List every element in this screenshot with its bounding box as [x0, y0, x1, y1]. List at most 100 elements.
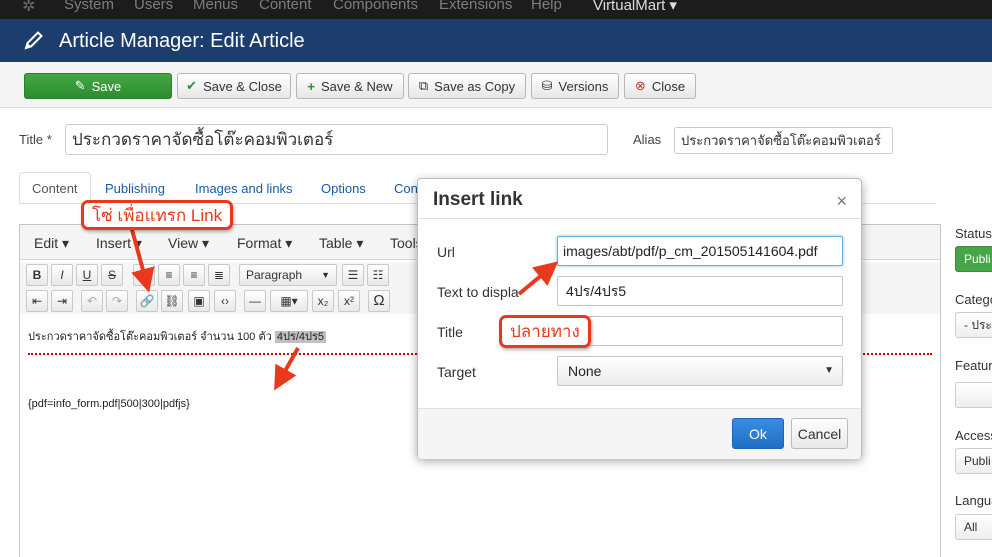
indent-icon[interactable]: ⇥ [51, 290, 73, 312]
title-label: Title * [19, 132, 52, 147]
editor-menu-view[interactable]: View ▾ [168, 235, 209, 252]
menu-content[interactable]: Content [259, 0, 312, 13]
edit-icon: ✎ [74, 78, 86, 93]
tab-content[interactable]: Content [19, 172, 91, 204]
save-as-copy-button[interactable]: ⧉ Save as Copy [408, 73, 526, 99]
caret-down-icon: ▼ [824, 365, 834, 376]
editor-menu-edit[interactable]: Edit ▾ [34, 235, 69, 252]
menu-components[interactable]: Components [333, 0, 418, 13]
align-center-icon[interactable]: ≡ [158, 264, 180, 286]
chevron-down-icon: ▼ [321, 270, 330, 280]
save-copy-label: Save as Copy [434, 78, 516, 94]
bold-button[interactable]: B [26, 264, 48, 286]
undo-icon[interactable]: ↶ [81, 290, 103, 312]
status-select[interactable]: Publi [955, 246, 992, 272]
image-icon[interactable]: ▣ [188, 290, 210, 312]
strikethrough-button[interactable]: S [101, 264, 123, 286]
align-right-icon[interactable]: ≡ [183, 264, 205, 286]
versions-label: Versions [558, 78, 609, 94]
editor-menu-format[interactable]: Format ▾ [237, 235, 292, 252]
close-circle-icon: ⊗ [634, 78, 646, 93]
bullet-list-icon[interactable]: ☰ [342, 264, 364, 286]
featured-label: Featur [955, 358, 992, 373]
category-label: Catego [955, 292, 992, 307]
language-select[interactable]: All [955, 514, 992, 540]
editor-menu-insert[interactable]: Insert ▾ [96, 235, 142, 252]
archive-icon: ⛁ [541, 78, 553, 93]
align-justify-icon[interactable]: ≣ [208, 264, 230, 286]
menu-virtuemart[interactable]: VirtualMart ▾ [593, 0, 677, 14]
page-header: Article Manager: Edit Article [0, 19, 992, 62]
access-select[interactable]: Publi [955, 448, 992, 474]
numbered-list-icon[interactable]: ☷ [367, 264, 389, 286]
category-select[interactable]: - ประ [955, 312, 992, 338]
editor-content-line[interactable]: ประกวดราคาจัดซื้อโต๊ะคอมพิวเตอร์ จำนวน 1… [28, 327, 327, 345]
pdf-plugin-tag[interactable]: {pdf=info_form.pdf|500|300|pdfjs} [28, 398, 190, 410]
dialog-header-divider [418, 218, 861, 219]
target-select[interactable]: None ▼ [557, 356, 843, 386]
insert-link-callout: โซ่ เพื่อแทรก Link [81, 200, 234, 230]
featured-toggle[interactable] [955, 382, 992, 408]
dialog-close-icon[interactable]: × [836, 191, 847, 212]
text-to-display-label: Text to displa [437, 284, 519, 300]
url-input[interactable]: images/abt/pdf/p_cm_201505141604.pdf [557, 236, 843, 266]
dialog-title: Insert link [433, 189, 523, 210]
versions-button[interactable]: ⛁ Versions [531, 73, 619, 99]
editor-menu-table[interactable]: Table ▾ [319, 235, 363, 252]
language-label: Langua [955, 493, 992, 508]
menu-system[interactable]: System [64, 0, 114, 13]
menu-help[interactable]: Help [531, 0, 562, 13]
link-title-input[interactable] [557, 316, 843, 346]
check-icon: ✔ [186, 78, 198, 93]
close-button[interactable]: ⊗ Close [624, 73, 696, 99]
paragraph-select-value: Paragraph [246, 268, 303, 282]
code-icon[interactable]: ‹› [214, 290, 236, 312]
underline-button[interactable]: U [76, 264, 98, 286]
menu-users[interactable]: Users [134, 0, 173, 13]
plus-icon: + [307, 78, 316, 94]
save-new-label: Save & New [321, 78, 393, 94]
subscript-icon[interactable]: x₂ [312, 290, 334, 312]
superscript-icon[interactable]: x² [338, 290, 360, 312]
save-new-button[interactable]: + Save & New [296, 73, 404, 99]
title-input[interactable]: ประกวดราคาจัดซื้อโต๊ะคอมพิวเตอร์ [65, 124, 608, 155]
copy-icon: ⧉ [418, 78, 429, 93]
destination-callout: ปลายทาง [499, 315, 591, 348]
redo-icon[interactable]: ↷ [106, 290, 128, 312]
top-menu-bar: ✲ System Users Menus Content Components … [0, 0, 992, 19]
target-select-value: None [568, 363, 602, 379]
save-close-button[interactable]: ✔ Save & Close [177, 73, 291, 99]
table-icon[interactable]: ▦▾ [270, 290, 308, 312]
save-button[interactable]: ✎ Save [24, 73, 172, 99]
pencil-icon [24, 31, 43, 50]
italic-button[interactable]: I [51, 264, 73, 286]
outdent-icon[interactable]: ⇤ [26, 290, 48, 312]
content-text: ประกวดราคาจัดซื้อโต๊ะคอมพิวเตอร์ จำนวน 1… [28, 331, 272, 343]
save-close-label: Save & Close [203, 78, 282, 94]
access-label: Access [955, 428, 992, 443]
align-left-icon[interactable]: ≡ [133, 264, 155, 286]
alias-input[interactable]: ประกวดราคาจัดซื้อโต๊ะคอมพิวเตอร์ [674, 127, 893, 154]
ok-button[interactable]: Ok [732, 418, 784, 449]
save-label: Save [91, 78, 122, 94]
status-label: Status [955, 226, 992, 241]
insert-link-icon[interactable]: 🔗 [136, 290, 158, 312]
cancel-button[interactable]: Cancel [791, 418, 848, 449]
close-label: Close [651, 78, 686, 94]
menu-extensions[interactable]: Extensions [439, 0, 512, 13]
url-label: Url [437, 244, 455, 260]
unlink-icon[interactable]: ⛓ [161, 290, 183, 312]
paragraph-format-select[interactable]: Paragraph ▼ [239, 264, 337, 286]
action-toolbar: ✎ Save ✔ Save & Close + Save & New ⧉ Sav… [0, 62, 992, 108]
joomla-logo-icon[interactable]: ✲ [22, 0, 35, 16]
alias-label: Alias [633, 132, 662, 147]
menu-menus[interactable]: Menus [193, 0, 238, 13]
selected-text: 4ปร/4ปร5 [274, 331, 327, 343]
link-title-label: Title [437, 324, 463, 340]
horizontal-rule-icon[interactable]: — [244, 290, 266, 312]
text-to-display-input[interactable]: 4ปร/4ปร5 [557, 276, 843, 306]
special-character-icon[interactable]: Ω [368, 290, 390, 312]
page-title: Article Manager: Edit Article [59, 30, 305, 52]
tab-options[interactable]: Options [309, 172, 378, 204]
insert-link-dialog: Insert link × Url images/abt/pdf/p_cm_20… [417, 178, 862, 459]
